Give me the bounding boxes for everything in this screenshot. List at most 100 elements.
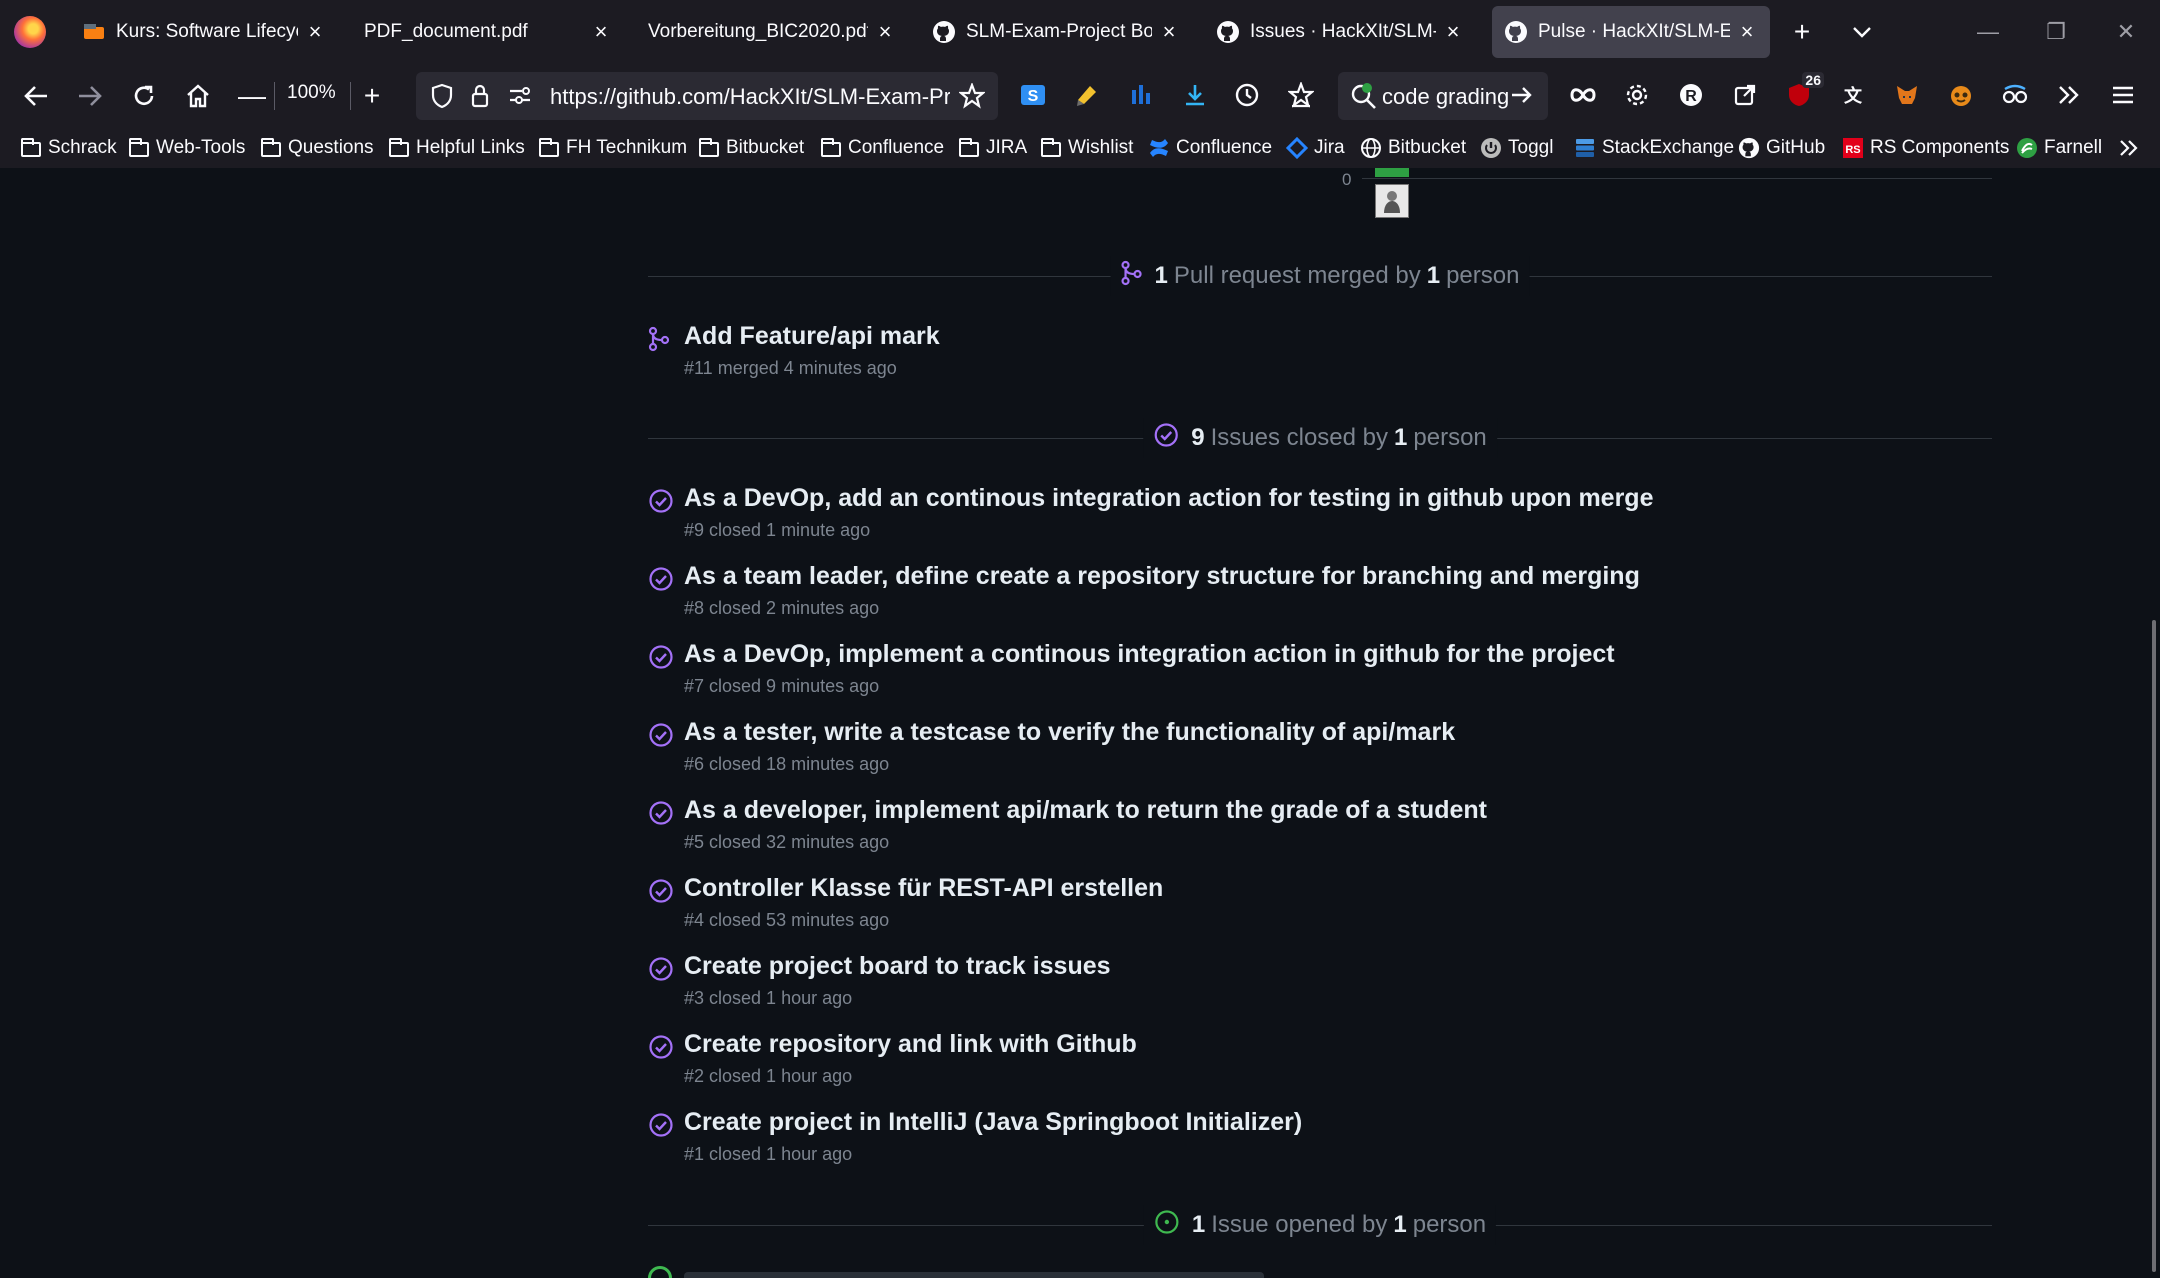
- folder-icon: [20, 137, 42, 159]
- extension-translate-icon[interactable]: 文: [1836, 78, 1870, 112]
- moodle-icon: [82, 20, 106, 44]
- tab-pulse[interactable]: Pulse · HackXIt/SLM-Exa ×: [1492, 6, 1770, 58]
- extension-s-icon[interactable]: S: [1016, 78, 1050, 112]
- extension-r-icon[interactable]: R: [1674, 78, 1708, 112]
- issues-closed-summary-label: 9 Issues closed by 1 person: [1143, 418, 1497, 458]
- bookmark-farnell[interactable]: Farnell: [2016, 134, 2102, 162]
- bookmark-confluence[interactable]: Confluence: [1148, 134, 1272, 162]
- pull-requests-people-count: 1: [1426, 262, 1441, 289]
- history-clock-icon[interactable]: [1230, 78, 1264, 112]
- close-icon[interactable]: ×: [874, 19, 896, 45]
- bookmark-label: Schrack: [48, 137, 117, 158]
- tab-title: Kurs: Software Lifecycle M: [116, 21, 298, 42]
- bookmark-stackexchange[interactable]: StackExchange: [1574, 134, 1734, 162]
- issue-title-link[interactable]: As a developer, implement api/mark to re…: [684, 796, 1487, 825]
- tab-issues[interactable]: Issues · HackXIt/SLM-Exa ×: [1204, 6, 1476, 58]
- issue-title-link[interactable]: As a tester, write a testcase to verify …: [684, 718, 1455, 747]
- close-icon[interactable]: ×: [304, 19, 326, 45]
- zoom-out-icon[interactable]: —: [232, 76, 272, 116]
- permissions-icon[interactable]: [506, 82, 534, 110]
- tab-kurs-software-lifecycle[interactable]: Kurs: Software Lifecycle M ×: [70, 6, 338, 58]
- bookmark-bitbucket[interactable]: Bitbucket: [1360, 134, 1466, 162]
- close-icon[interactable]: ×: [1442, 19, 1464, 45]
- tab-project-board[interactable]: SLM-Exam-Project Board ×: [920, 6, 1192, 58]
- bookmark-folder-bitbucket[interactable]: Bitbucket: [698, 134, 804, 162]
- zoom-level[interactable]: 100%: [287, 82, 336, 104]
- pull-request-meta: #11 merged 4 minutes ago: [684, 358, 897, 378]
- metamask-fox-icon[interactable]: [1890, 78, 1924, 112]
- back-arrow-icon[interactable]: [16, 76, 56, 116]
- url-text[interactable]: https://github.com/HackXIt/SLM-Exam-Proj…: [550, 84, 950, 110]
- tampermonkey-icon[interactable]: [1944, 78, 1978, 112]
- closed-issue-item: Create project in IntelliJ (Java Springb…: [648, 1108, 1992, 1178]
- overflow-chevrons-icon[interactable]: [2052, 78, 2086, 112]
- tab-pdf-document[interactable]: PDF_document.pdf ×: [352, 6, 624, 58]
- bookmark-folder-fh-technikum[interactable]: FH Technikum: [538, 134, 687, 162]
- extension-search-button[interactable]: code grading: [1338, 72, 1548, 120]
- bookmark-github[interactable]: GitHub: [1738, 134, 1825, 162]
- url-bar[interactable]: https://github.com/HackXIt/SLM-Exam-Proj…: [416, 72, 998, 120]
- downloads-icon[interactable]: [1178, 78, 1212, 112]
- bookmarks-toolbar: Schrack Web-Tools Questions Helpful Link…: [0, 128, 2160, 168]
- forward-arrow-icon[interactable]: [70, 76, 110, 116]
- extension-highlighter-icon[interactable]: [1070, 78, 1104, 112]
- pull-requests-people-text: person: [1446, 262, 1520, 289]
- tracking-protection-shield-icon[interactable]: [428, 82, 456, 110]
- svg-text:文: 文: [1844, 85, 1863, 106]
- bookmark-folder-confluence[interactable]: Confluence: [820, 134, 944, 162]
- bookmark-rs-components[interactable]: RS RS Components: [1842, 134, 2009, 162]
- ublock-icon[interactable]: 26: [1782, 72, 1824, 112]
- contributor-avatar[interactable]: [1375, 184, 1409, 218]
- new-tab-plus-icon[interactable]: +: [1784, 14, 1820, 50]
- closed-issue-item: Create repository and link with Github #…: [648, 1030, 1992, 1100]
- extension-infinity-icon[interactable]: [1566, 78, 1600, 112]
- browser-chrome: Kurs: Software Lifecycle M × PDF_documen…: [0, 0, 2160, 168]
- lock-icon[interactable]: [466, 82, 494, 110]
- tab-vorbereitung-pdf[interactable]: Vorbereitung_BIC2020.pdf ×: [636, 6, 908, 58]
- issue-title-link[interactable]: As a DevOp, implement a continous integr…: [684, 640, 1615, 669]
- tab-title: Issues · HackXIt/SLM-Exa: [1250, 21, 1436, 42]
- close-icon[interactable]: ×: [590, 19, 612, 45]
- issue-title-link[interactable]: Controller Klasse für REST-API erstellen: [684, 874, 1163, 903]
- cut-off-issue-title[interactable]: [684, 1272, 1264, 1278]
- external-link-icon[interactable]: [1728, 78, 1762, 112]
- close-icon[interactable]: ×: [1736, 19, 1758, 45]
- issue-title-link[interactable]: Create project in IntelliJ (Java Springb…: [684, 1108, 1302, 1137]
- firefox-menu-icon[interactable]: [14, 16, 46, 48]
- bookmark-star-icon[interactable]: [958, 82, 986, 110]
- bookmarks-star-icon[interactable]: [1284, 78, 1318, 112]
- pull-request-title-link[interactable]: Add Feature/api mark: [684, 322, 940, 351]
- restore-icon[interactable]: ❐: [2026, 10, 2086, 54]
- bookmark-folder-jira[interactable]: JIRA: [958, 134, 1027, 162]
- extension-bars-icon[interactable]: [1124, 78, 1158, 112]
- issue-closed-icon: [648, 800, 674, 826]
- hamburger-menu-icon[interactable]: [2106, 78, 2140, 112]
- bookmark-folder-wishlist[interactable]: Wishlist: [1040, 134, 1133, 162]
- bookmark-folder-schrack[interactable]: Schrack: [20, 134, 117, 162]
- bookmark-folder-web-tools[interactable]: Web-Tools: [128, 134, 245, 162]
- zoom-in-icon[interactable]: +: [352, 76, 392, 116]
- bookmark-jira[interactable]: Jira: [1286, 134, 1345, 162]
- bookmarks-overflow-chevrons-icon[interactable]: [2118, 134, 2140, 162]
- page-scrollbar[interactable]: [2152, 620, 2156, 1272]
- issues-closed-people-count: 1: [1394, 424, 1408, 451]
- issue-title-link[interactable]: As a DevOp, add an continous integration…: [684, 484, 1653, 513]
- minimize-icon[interactable]: —: [1958, 10, 2018, 54]
- list-all-tabs-chevron-icon[interactable]: [1844, 14, 1880, 50]
- gear-icon[interactable]: [1620, 78, 1654, 112]
- bookmark-toggl[interactable]: Toggl: [1480, 134, 1553, 162]
- bookmark-folder-questions[interactable]: Questions: [260, 134, 374, 162]
- issue-closed-icon: [648, 956, 674, 982]
- window-close-icon[interactable]: ✕: [2096, 10, 2156, 54]
- issue-title-link[interactable]: As a team leader, define create a reposi…: [684, 562, 1640, 591]
- extension-glasses-icon[interactable]: [1998, 78, 2032, 112]
- issue-meta: #7 closed 9 minutes ago: [684, 676, 880, 696]
- issue-title-link[interactable]: Create project board to track issues: [684, 952, 1111, 981]
- folder-icon: [820, 137, 842, 159]
- issue-title-link[interactable]: Create repository and link with Github: [684, 1030, 1137, 1059]
- reload-icon[interactable]: [124, 76, 164, 116]
- close-icon[interactable]: ×: [1158, 19, 1180, 45]
- bookmark-folder-helpful-links[interactable]: Helpful Links: [388, 134, 525, 162]
- home-icon[interactable]: [178, 76, 218, 116]
- closed-issue-item: As a DevOp, add an continous integration…: [648, 484, 1992, 554]
